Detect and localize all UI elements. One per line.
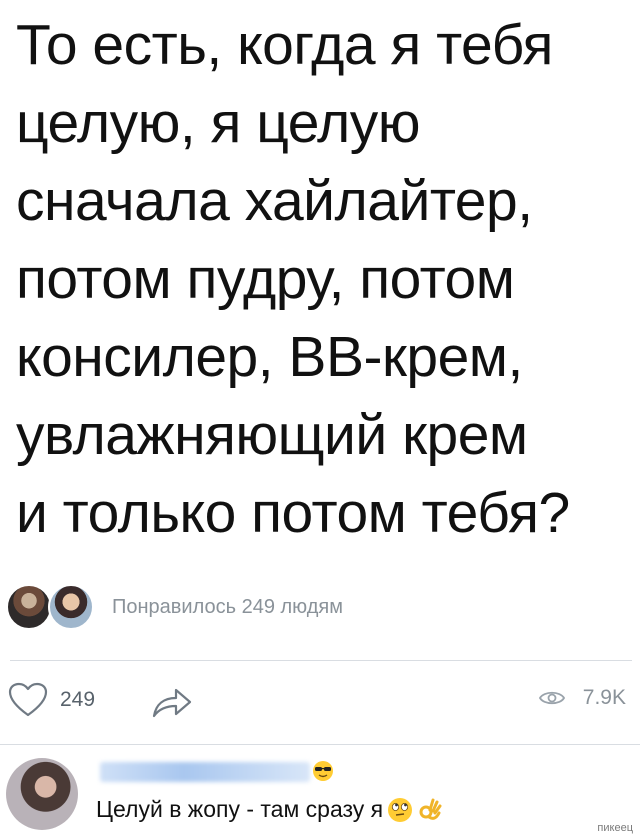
avatar[interactable] xyxy=(6,758,78,830)
divider xyxy=(10,660,632,661)
comment-body: Целуй в жопу - там сразу я xyxy=(96,796,384,822)
like-count: 249 xyxy=(60,688,96,711)
watermark: пикеец xyxy=(594,821,636,835)
views-count: 7.9K xyxy=(582,686,626,709)
divider xyxy=(0,744,640,745)
comment: Целуй в жопу - там сразу я xyxy=(0,752,640,837)
share-button[interactable] xyxy=(150,684,194,725)
rolling-eyes-emoji xyxy=(388,797,413,822)
eye-icon xyxy=(538,691,565,705)
sunglasses-emoji xyxy=(313,761,333,781)
comment-author-name-blurred[interactable] xyxy=(100,762,310,782)
liker-avatars xyxy=(6,582,98,632)
liked-by-row[interactable]: Понравилось 249 людям xyxy=(6,582,343,632)
ok-hand-emoji xyxy=(419,798,442,820)
liked-by-text: Понравилось 249 людям xyxy=(112,595,343,618)
comment-text: Целуй в жопу - там сразу я xyxy=(96,796,443,823)
action-bar: 249 7.9K xyxy=(0,670,640,734)
post-text: То есть, когда я тебя целую, я целую сна… xyxy=(16,13,570,545)
avatar xyxy=(6,584,52,630)
avatar xyxy=(48,584,94,630)
views-counter: 7.9K xyxy=(538,686,626,710)
like-button[interactable]: 249 xyxy=(8,682,95,718)
share-arrow-icon xyxy=(152,688,192,718)
heart-icon xyxy=(8,682,48,717)
